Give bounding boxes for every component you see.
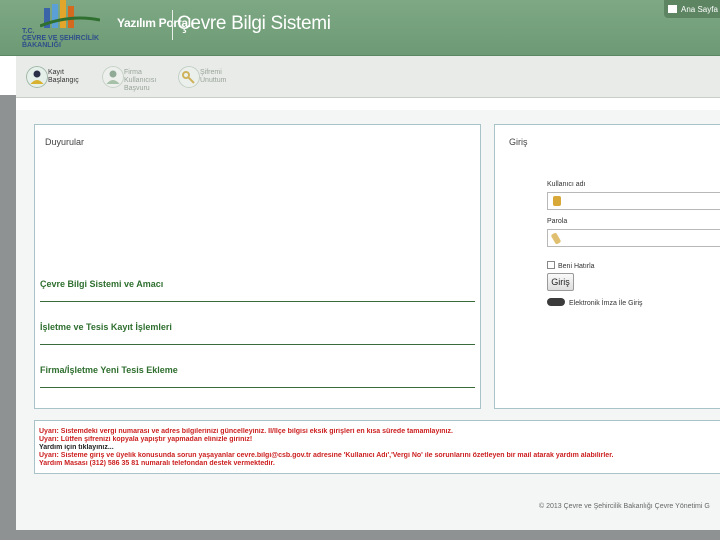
announcements-panel: Duyurular Çevre Bilgi Sistemi ve Amacı İ…	[34, 124, 481, 409]
remember-me-checkbox[interactable]	[547, 261, 555, 269]
user-register-icon	[26, 66, 48, 88]
remember-me[interactable]: Beni Hatırla	[547, 261, 595, 270]
toolbar-item-register[interactable]: Kayıt Başlangıç	[26, 66, 86, 96]
header-divider	[172, 10, 173, 40]
warnings-panel: Uyarı: Sistemdeki vergi numarası ve adre…	[34, 420, 720, 474]
footer-copyright: © 2013 Çevre ve Şehircilik Bakanlığı Çev…	[539, 503, 710, 510]
login-panel: Giriş Kullanıcı adı Parola Beni Hatırla …	[494, 124, 720, 409]
toolbar-item-label: Şifremi Unuttum	[200, 69, 260, 85]
toolbar-item-forgot-password[interactable]: Şifremi Unuttum	[178, 66, 238, 96]
left-frame	[0, 95, 16, 540]
toolbar-label-line: Kayıt	[48, 69, 64, 76]
username-label: Kullanıcı adı	[547, 181, 586, 188]
header-bar: T.C. ÇEVRE VE ŞEHİRCİLİK BAKANLIĞI Yazıl…	[0, 0, 720, 56]
announcement-link[interactable]: İşletme ve Tesis Kayıt İşlemleri	[40, 322, 475, 345]
e-signature-label: Elektronik İmza İle Giriş	[569, 300, 643, 307]
logo-text-line: BAKANLIĞI	[22, 42, 61, 49]
e-signature-login-link[interactable]: Elektronik İmza İle Giriş	[547, 298, 643, 307]
password-label: Parola	[547, 218, 568, 225]
announcement-link[interactable]: Çevre Bilgi Sistemi ve Amacı	[40, 279, 475, 302]
announcements-title: Duyurular	[45, 137, 85, 147]
key-icon	[178, 66, 200, 88]
warning-line: Uyarı: Lütfen şifrenizi kopyala yapıştır…	[39, 436, 253, 443]
remember-me-label: Beni Hatırla	[558, 263, 595, 270]
help-link[interactable]: Yardım için tıklayınız...	[39, 444, 720, 452]
toolbar-label-line: Başvuru	[124, 85, 150, 92]
home-button[interactable]: Ana Sayfa	[664, 0, 720, 18]
logo-text-line: ÇEVRE VE ŞEHİRCİLİK	[22, 35, 100, 42]
home-icon	[668, 5, 677, 13]
toolbar-item-label: Kayıt Başlangıç	[48, 69, 108, 85]
username-field[interactable]	[547, 192, 720, 210]
toolbar: Kayıt Başlangıç Firma Kullanıcısı Başvur…	[16, 56, 720, 98]
key-icon	[550, 232, 562, 245]
toolbar-label-line: Unuttum	[200, 77, 227, 84]
ministry-logo-icon	[40, 0, 100, 28]
ministry-logo-text: T.C. ÇEVRE VE ŞEHİRCİLİK BAKANLIĞI	[22, 28, 112, 49]
home-button-label: Ana Sayfa	[681, 5, 718, 14]
password-field[interactable]	[547, 229, 720, 247]
toolbar-label-line: Şifremi	[200, 69, 222, 76]
warning-line: Yardım Masası (312) 586 35 81 numaralı t…	[39, 460, 275, 467]
toolbar-label-line: Firma	[124, 69, 142, 76]
company-user-icon	[102, 66, 124, 88]
login-title: Giriş	[509, 137, 528, 147]
page-title: Çevre Bilgi Sistemi	[177, 13, 331, 34]
e-signature-icon	[547, 298, 565, 306]
toolbar-label-line: Başlangıç	[48, 77, 79, 84]
login-button[interactable]: Giriş	[547, 273, 574, 291]
toolbar-item-label: Firma Kullanıcısı Başvuru	[124, 69, 184, 93]
user-lock-icon	[553, 196, 561, 206]
warning-line: Uyarı: Sisteme giriş ve üyelik konusunda…	[39, 452, 614, 459]
logo-text-line: T.C.	[22, 28, 35, 35]
announcement-link[interactable]: Firma/İşletme Yeni Tesis Ekleme	[40, 365, 475, 388]
warning-line: Uyarı: Sistemdeki vergi numarası ve adre…	[39, 428, 453, 435]
toolbar-item-company-application[interactable]: Firma Kullanıcısı Başvuru	[102, 66, 164, 96]
ministry-logo[interactable]: T.C. ÇEVRE VE ŞEHİRCİLİK BAKANLIĞI	[22, 0, 106, 54]
toolbar-label-line: Kullanıcısı	[124, 77, 157, 84]
